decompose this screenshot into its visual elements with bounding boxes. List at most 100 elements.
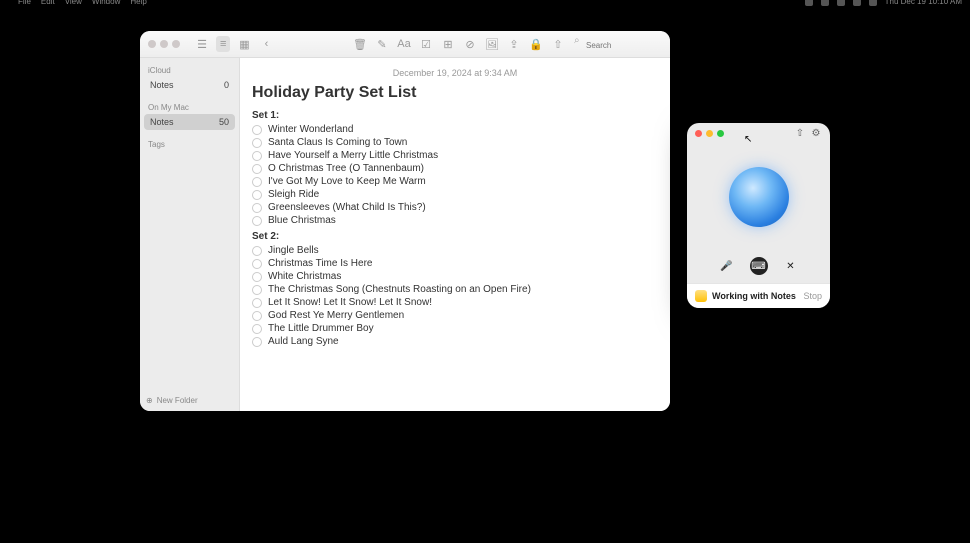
checkbox-icon[interactable] — [252, 246, 262, 256]
checkbox-icon[interactable] — [252, 298, 262, 308]
link-button[interactable]: ⊘ — [462, 36, 478, 52]
checkbox-icon[interactable] — [252, 151, 262, 161]
checklist-item[interactable]: The Christmas Song (Chestnuts Roasting o… — [252, 283, 658, 296]
checkbox-icon[interactable] — [252, 324, 262, 334]
menu-file[interactable]: File — [18, 0, 31, 6]
checklist-item[interactable]: Blue Christmas — [252, 214, 658, 227]
siri-orb-area — [687, 143, 830, 251]
checklist-item-label: Let It Snow! Let It Snow! Let It Snow! — [268, 297, 432, 308]
checklist-item[interactable]: The Little Drummer Boy — [252, 322, 658, 335]
checkbox-icon[interactable] — [252, 337, 262, 347]
menu-help[interactable]: Help — [130, 0, 146, 6]
notes-window: ☰ ≡ ▦ ‹ 🗑 ✎ Aa ☑ ⊞ ⊘ 🖼 ⇪ 🔒 ⇧ iCloud Note… — [140, 31, 670, 411]
list-view-button[interactable]: ≡ — [216, 36, 230, 52]
checklist-item[interactable]: O Christmas Tree (O Tannenbaum) — [252, 162, 658, 175]
siri-orb-icon — [729, 167, 789, 227]
siri-controls: 🎤 ⌨ ✕ — [687, 251, 830, 283]
checkbox-icon[interactable] — [252, 190, 262, 200]
format-button[interactable]: Aa — [396, 36, 412, 52]
checklist-item[interactable]: Auld Lang Syne — [252, 335, 658, 348]
plus-icon: ⊕ — [146, 396, 153, 405]
checkbox-icon[interactable] — [252, 177, 262, 187]
notes-sidebar: iCloud Notes 0 On My Mac Notes 50 Tags ⊕… — [140, 58, 240, 411]
note-editor[interactable]: December 19, 2024 at 9:34 AM Holiday Par… — [240, 58, 670, 411]
sidebar-item-label: Notes — [150, 117, 174, 127]
menubar-clock[interactable]: Thu Dec 19 10:10 AM — [885, 0, 962, 6]
lock-button[interactable]: 🔒 — [528, 36, 544, 52]
siri-status-text: Working with Notes — [712, 291, 798, 301]
close-window-button[interactable] — [148, 40, 156, 48]
delete-button[interactable]: 🗑 — [352, 36, 368, 52]
notes-toolbar: ☰ ≡ ▦ ‹ 🗑 ✎ Aa ☑ ⊞ ⊘ 🖼 ⇪ 🔒 ⇧ — [140, 31, 670, 58]
collaborate-button[interactable]: ⇪ — [506, 36, 522, 52]
set-header[interactable]: Set 2: — [252, 231, 658, 242]
checklist-item-label: Sleigh Ride — [268, 189, 319, 200]
menu-view[interactable]: View — [65, 0, 82, 6]
checkbox-icon[interactable] — [252, 203, 262, 213]
checklist-item-label: I've Got My Love to Keep Me Warm — [268, 176, 426, 187]
note-date: December 19, 2024 at 9:34 AM — [252, 68, 658, 78]
menu-window[interactable]: Window — [92, 0, 120, 6]
checkbox-icon[interactable] — [252, 311, 262, 321]
checklist-item-label: Winter Wonderland — [268, 124, 353, 135]
new-folder-button[interactable]: ⊕ New Folder — [146, 396, 198, 405]
type-to-siri-button[interactable]: ⌨ — [750, 257, 768, 275]
sidebar-toggle-button[interactable]: ☰ — [194, 36, 210, 52]
zoom-window-button[interactable] — [172, 40, 180, 48]
gallery-view-button[interactable]: ▦ — [236, 36, 252, 52]
share-button[interactable]: ⇧ — [550, 36, 566, 52]
menu-edit[interactable]: Edit — [41, 0, 55, 6]
checklist-item-label: Santa Claus Is Coming to Town — [268, 137, 407, 148]
mic-button[interactable]: 🎤 — [718, 257, 736, 275]
checklist-item[interactable]: Have Yourself a Merry Little Christmas — [252, 149, 658, 162]
siri-status-bar: Working with Notes Stop — [687, 283, 830, 308]
notes-app-icon — [695, 290, 707, 302]
checklist-item[interactable]: Santa Claus Is Coming to Town — [252, 136, 658, 149]
checkbox-icon[interactable] — [252, 285, 262, 295]
media-button[interactable]: 🖼 — [484, 36, 500, 52]
checkbox-icon[interactable] — [252, 216, 262, 226]
checklist-item-label: Jingle Bells — [268, 245, 319, 256]
minimize-window-button[interactable] — [160, 40, 168, 48]
checklist-item[interactable]: Sleigh Ride — [252, 188, 658, 201]
checkbox-icon[interactable] — [252, 164, 262, 174]
checklist-item[interactable]: Let It Snow! Let It Snow! Let It Snow! — [252, 296, 658, 309]
battery-icon[interactable] — [853, 0, 861, 6]
checklist-button[interactable]: ☑ — [418, 36, 434, 52]
set-header[interactable]: Set 1: — [252, 110, 658, 121]
checkbox-icon[interactable] — [252, 125, 262, 135]
menubar: File Edit View Window Help Thu Dec 19 10… — [0, 0, 970, 6]
sidebar-item-label: Notes — [150, 80, 174, 90]
new-note-button[interactable]: ✎ — [374, 36, 390, 52]
settings-icon[interactable]: ⚙ — [810, 127, 822, 139]
share-icon[interactable]: ⇧ — [794, 127, 806, 139]
siri-stop-button[interactable]: Stop — [803, 291, 822, 301]
checklist-item[interactable]: Winter Wonderland — [252, 123, 658, 136]
note-title[interactable]: Holiday Party Set List — [252, 84, 658, 102]
checklist-item[interactable]: Christmas Time Is Here — [252, 257, 658, 270]
sidebar-section-onmymac: On My Mac — [144, 101, 235, 114]
close-window-button[interactable] — [695, 130, 702, 137]
checklist-item[interactable]: White Christmas — [252, 270, 658, 283]
back-button[interactable]: ‹ — [258, 36, 274, 52]
checkbox-icon[interactable] — [252, 138, 262, 148]
checklist-item[interactable]: Jingle Bells — [252, 244, 658, 257]
close-siri-button[interactable]: ✕ — [782, 257, 800, 275]
minimize-window-button[interactable] — [706, 130, 713, 137]
checkbox-icon[interactable] — [252, 272, 262, 282]
status-icon[interactable] — [821, 0, 829, 6]
checklist-item[interactable]: I've Got My Love to Keep Me Warm — [252, 175, 658, 188]
zoom-window-button[interactable] — [717, 130, 724, 137]
checklist-item[interactable]: Greensleeves (What Child Is This?) — [252, 201, 658, 214]
checklist-item-label: Auld Lang Syne — [268, 336, 339, 347]
search-input[interactable] — [572, 37, 662, 53]
table-button[interactable]: ⊞ — [440, 36, 456, 52]
sidebar-folder-icloud-notes[interactable]: Notes 0 — [144, 77, 235, 93]
sidebar-folder-local-notes[interactable]: Notes 50 — [144, 114, 235, 130]
control-center-icon[interactable] — [869, 0, 877, 6]
sidebar-item-count: 50 — [219, 117, 229, 127]
wifi-icon[interactable] — [837, 0, 845, 6]
checklist-item[interactable]: God Rest Ye Merry Gentlemen — [252, 309, 658, 322]
checkbox-icon[interactable] — [252, 259, 262, 269]
status-icon[interactable] — [805, 0, 813, 6]
